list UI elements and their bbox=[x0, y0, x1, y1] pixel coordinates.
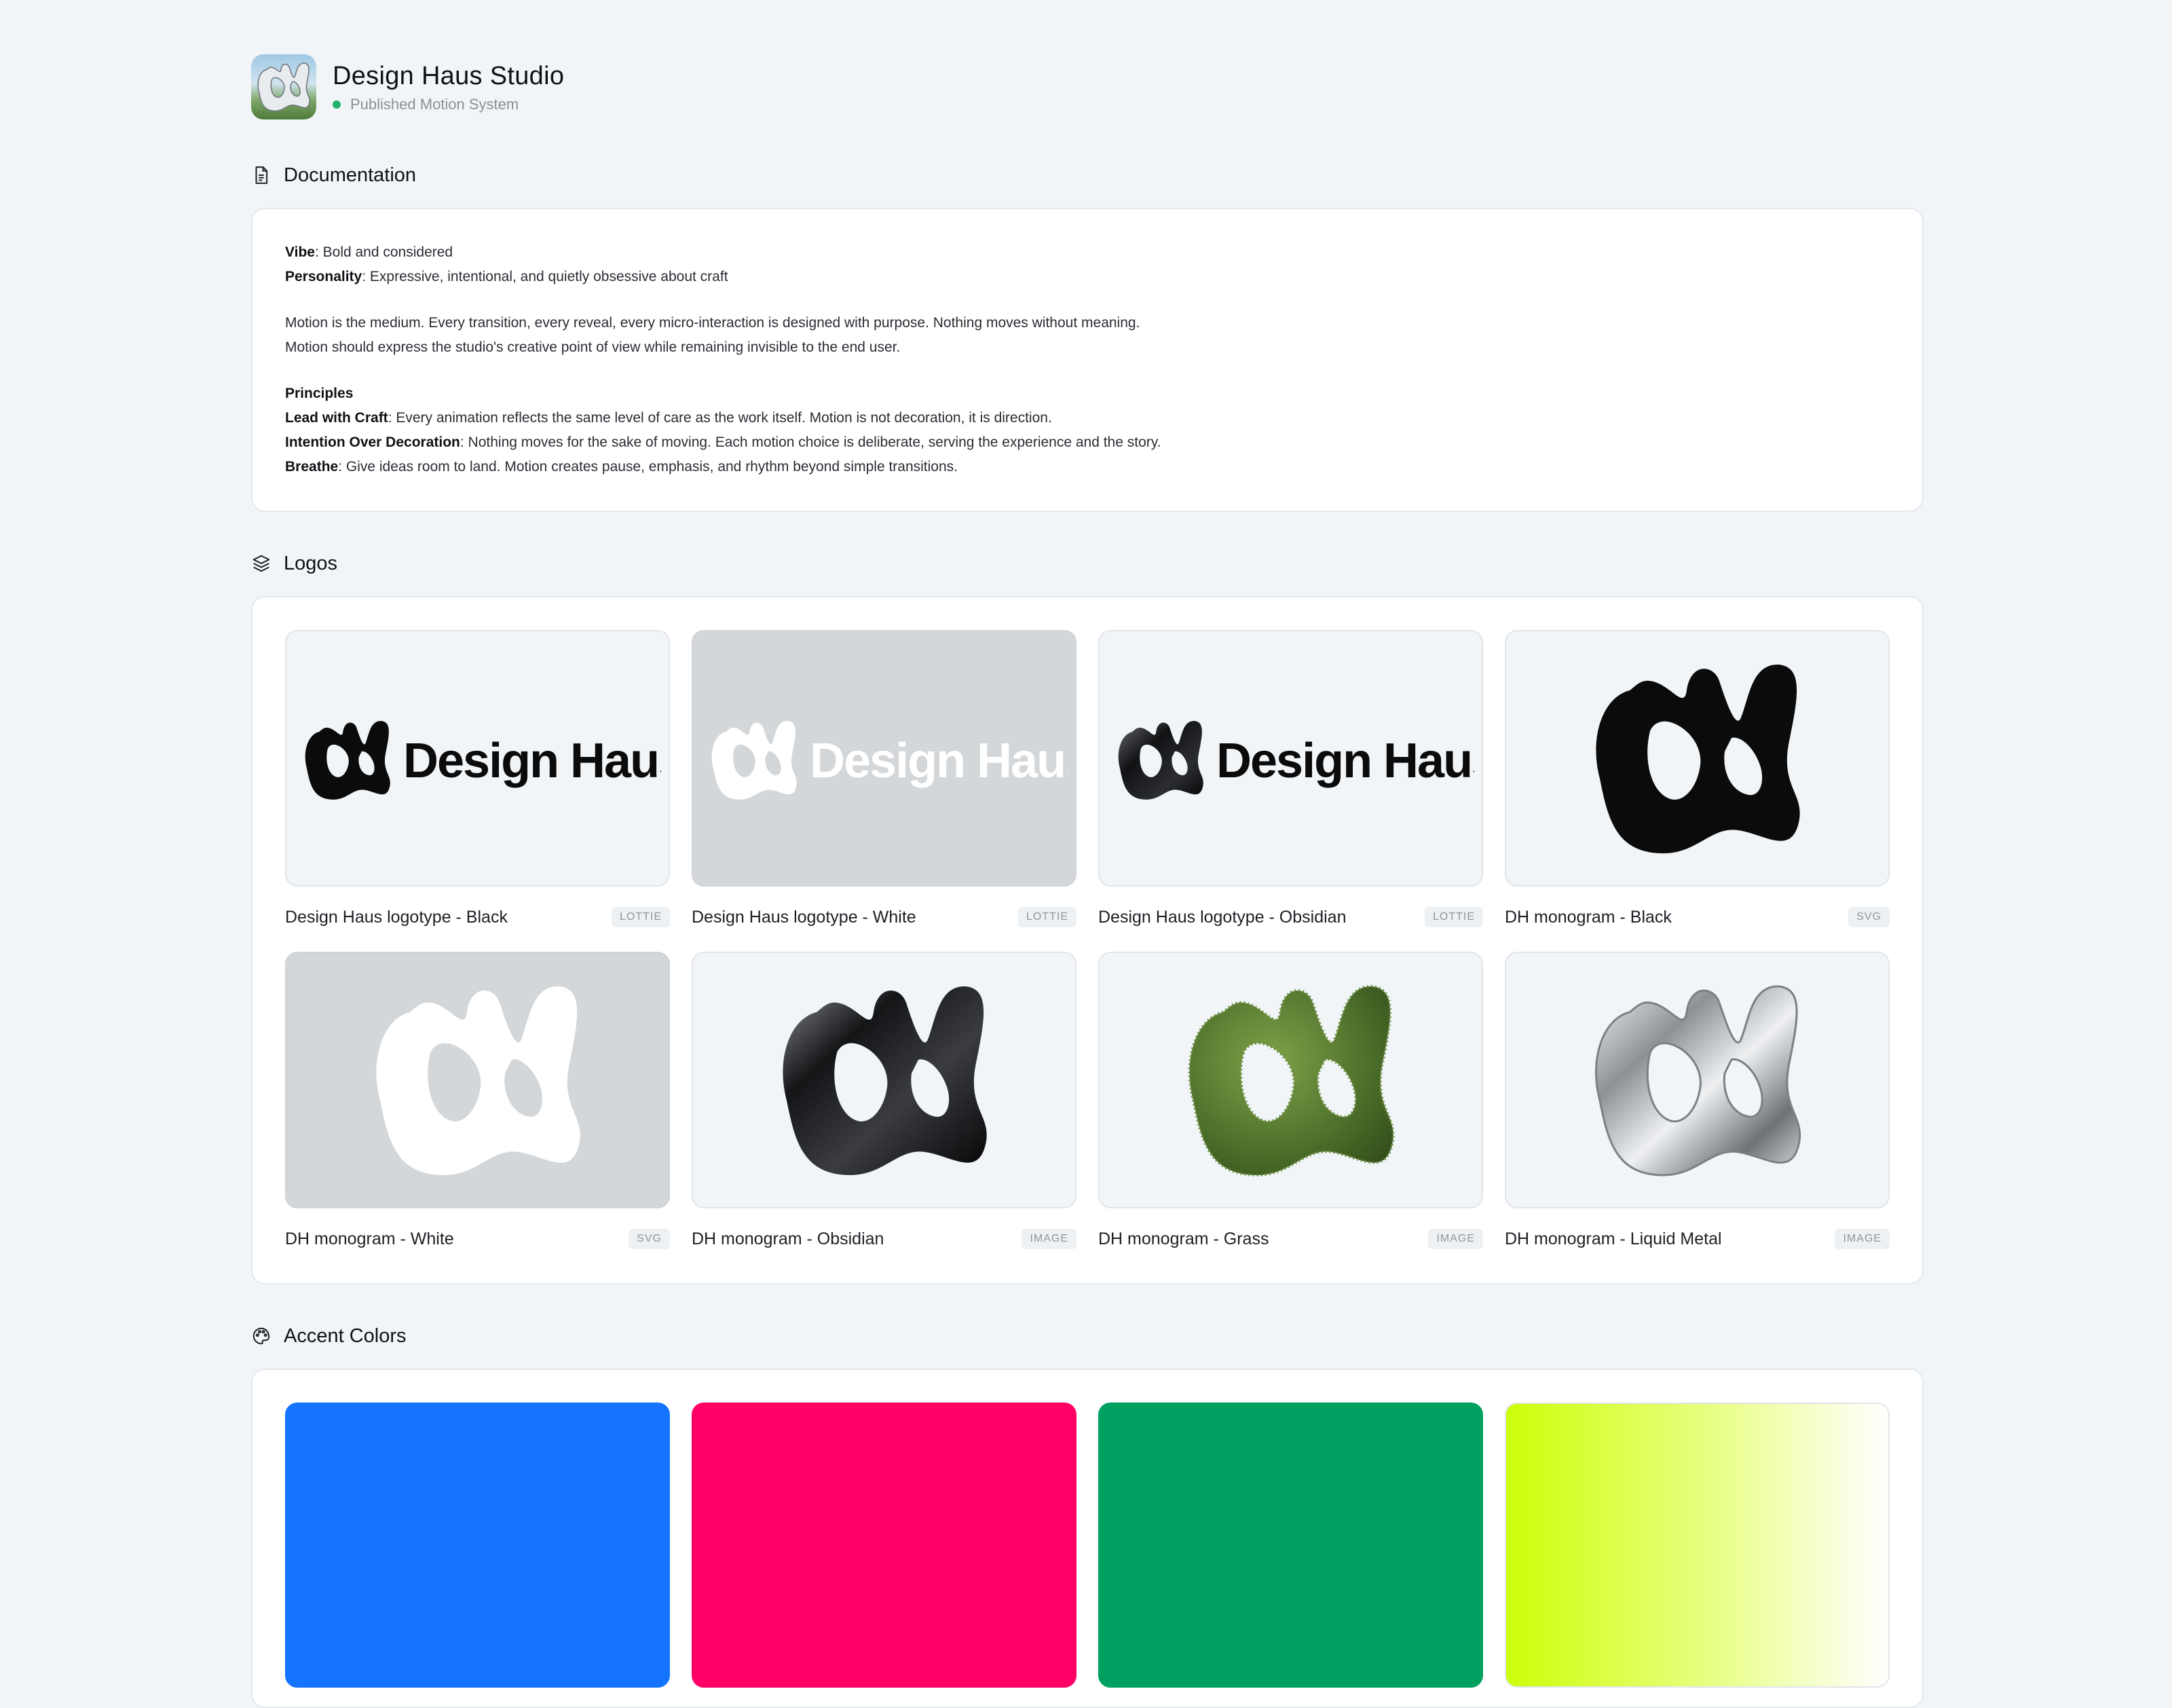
format-badge: SVG bbox=[629, 1229, 670, 1249]
vibe-text: : Bold and considered bbox=[314, 244, 453, 260]
personality-line: Personality: Expressive, intentional, an… bbox=[285, 265, 1890, 289]
format-badge: LOTTIE bbox=[611, 907, 670, 927]
format-badge: LOTTIE bbox=[1017, 907, 1076, 927]
wordmark-text: Design Haus bbox=[403, 734, 661, 788]
documentation-title: Documentation bbox=[284, 164, 417, 186]
personality-text: : Expressive, intentional, and quietly o… bbox=[362, 269, 728, 284]
dh-monogram-liquid-metal-icon bbox=[1594, 985, 1801, 1176]
logos-heading: Logos bbox=[251, 550, 1924, 577]
status-text: Published Motion System bbox=[350, 96, 519, 113]
logo-tile[interactable]: Design Haus Design Haus logotype - Obsid… bbox=[1098, 630, 1483, 930]
principle-item: Lead with Craft: Every animation reflect… bbox=[285, 406, 1890, 430]
color-swatch-blue[interactable] bbox=[285, 1403, 670, 1688]
studio-avatar[interactable] bbox=[251, 54, 316, 119]
logo-name: Design Haus logotype - Obsidian bbox=[1098, 907, 1347, 927]
logo-preview[interactable] bbox=[1505, 630, 1890, 887]
logo-tile[interactable]: Design Haus Design Haus logotype - Black… bbox=[285, 630, 670, 930]
documentation-heading: Documentation bbox=[251, 162, 1924, 189]
wordmark-text: Design Haus bbox=[1216, 734, 1474, 788]
logo-preview[interactable]: Design Haus bbox=[285, 630, 670, 887]
logo-tile[interactable]: DH monogram - Grass IMAGE bbox=[1098, 952, 1483, 1252]
logo-preview[interactable] bbox=[1098, 952, 1483, 1208]
logo-name: DH monogram - Grass bbox=[1098, 1229, 1269, 1248]
publish-status: Published Motion System bbox=[333, 96, 564, 113]
logo-preview[interactable] bbox=[692, 952, 1076, 1208]
page-content: Design Haus Studio Published Motion Syst… bbox=[251, 54, 1924, 1708]
principles-heading: Principles bbox=[285, 386, 354, 401]
vibe-line: Vibe: Bold and considered bbox=[285, 240, 1890, 265]
dh-logotype-black-icon: Design Haus bbox=[305, 720, 661, 800]
studio-header: Design Haus Studio Published Motion Syst… bbox=[251, 54, 1924, 119]
logo-name: DH monogram - Obsidian bbox=[692, 1229, 884, 1248]
logos-title: Logos bbox=[284, 552, 338, 574]
logo-name: DH monogram - Liquid Metal bbox=[1505, 1229, 1722, 1248]
logo-name: Design Haus logotype - Black bbox=[285, 907, 508, 927]
accent-colors-heading: Accent Colors bbox=[251, 1322, 1924, 1350]
dh-monogram-black-icon bbox=[1595, 664, 1800, 853]
logo-name: DH monogram - White bbox=[285, 1229, 454, 1248]
principle-text: : Nothing moves for the sake of moving. … bbox=[460, 434, 1161, 450]
format-badge: IMAGE bbox=[1022, 1229, 1076, 1249]
format-badge: SVG bbox=[1848, 907, 1890, 927]
logo-name: Design Haus logotype - White bbox=[692, 907, 916, 927]
dh-logotype-white-icon: Design Haus bbox=[711, 720, 1068, 800]
palette-icon bbox=[251, 1326, 272, 1346]
intro-paragraph-2: Motion should express the studio's creat… bbox=[285, 339, 901, 355]
logo-tile[interactable]: DH monogram - Liquid Metal IMAGE bbox=[1505, 952, 1890, 1252]
logo-preview[interactable]: Design Haus bbox=[1098, 630, 1483, 887]
principle-text: : Every animation reflects the same leve… bbox=[388, 410, 1052, 426]
principle-label: Breathe bbox=[285, 459, 339, 475]
layers-icon bbox=[251, 553, 272, 574]
format-badge: IMAGE bbox=[1835, 1229, 1890, 1249]
logo-tile[interactable]: Design Haus Design Haus logotype - White… bbox=[692, 630, 1076, 930]
logos-card: Design Haus Design Haus logotype - Black… bbox=[251, 596, 1924, 1284]
document-icon bbox=[251, 165, 272, 185]
principle-text: : Give ideas room to land. Motion create… bbox=[338, 459, 958, 475]
logo-name: DH monogram - Black bbox=[1505, 907, 1672, 927]
dh-logotype-obsidian-icon: Design Haus bbox=[1118, 720, 1474, 800]
dh-monogram-obsidian-icon bbox=[782, 986, 987, 1175]
color-swatch-pink[interactable] bbox=[692, 1403, 1076, 1688]
accent-colors-card bbox=[251, 1369, 1924, 1708]
color-swatch-lime-gradient[interactable] bbox=[1505, 1403, 1890, 1688]
documentation-card: Vibe: Bold and considered Personality: E… bbox=[251, 208, 1924, 512]
principle-item: Breathe: Give ideas room to land. Motion… bbox=[285, 455, 1890, 479]
personality-label: Personality bbox=[285, 269, 362, 284]
principle-item: Intention Over Decoration: Nothing moves… bbox=[285, 430, 1890, 455]
principle-label: Intention Over Decoration bbox=[285, 434, 460, 450]
format-badge: LOTTIE bbox=[1424, 907, 1483, 927]
studio-title: Design Haus Studio bbox=[333, 62, 565, 90]
logo-tile[interactable]: DH monogram - White SVG bbox=[285, 952, 670, 1252]
dh-monogram-white-icon bbox=[375, 986, 580, 1175]
status-dot-icon bbox=[333, 100, 341, 109]
logo-tile[interactable]: DH monogram - Obsidian IMAGE bbox=[692, 952, 1076, 1252]
format-badge: IMAGE bbox=[1428, 1229, 1483, 1249]
principle-label: Lead with Craft bbox=[285, 410, 388, 426]
logo-preview[interactable]: Design Haus bbox=[692, 630, 1076, 887]
vibe-label: Vibe bbox=[285, 244, 315, 260]
logo-preview[interactable] bbox=[1505, 952, 1890, 1208]
dh-monogram-grass-icon bbox=[1187, 984, 1395, 1176]
accent-colors-title: Accent Colors bbox=[284, 1324, 407, 1347]
wordmark-text: Design Haus bbox=[810, 734, 1068, 788]
color-swatch-green[interactable] bbox=[1098, 1403, 1483, 1688]
logo-tile[interactable]: DH monogram - Black SVG bbox=[1505, 630, 1890, 930]
logo-preview[interactable] bbox=[285, 952, 670, 1208]
intro-paragraph-1: Motion is the medium. Every transition, … bbox=[285, 315, 1140, 331]
liquid-metal-monogram-icon bbox=[257, 62, 310, 112]
